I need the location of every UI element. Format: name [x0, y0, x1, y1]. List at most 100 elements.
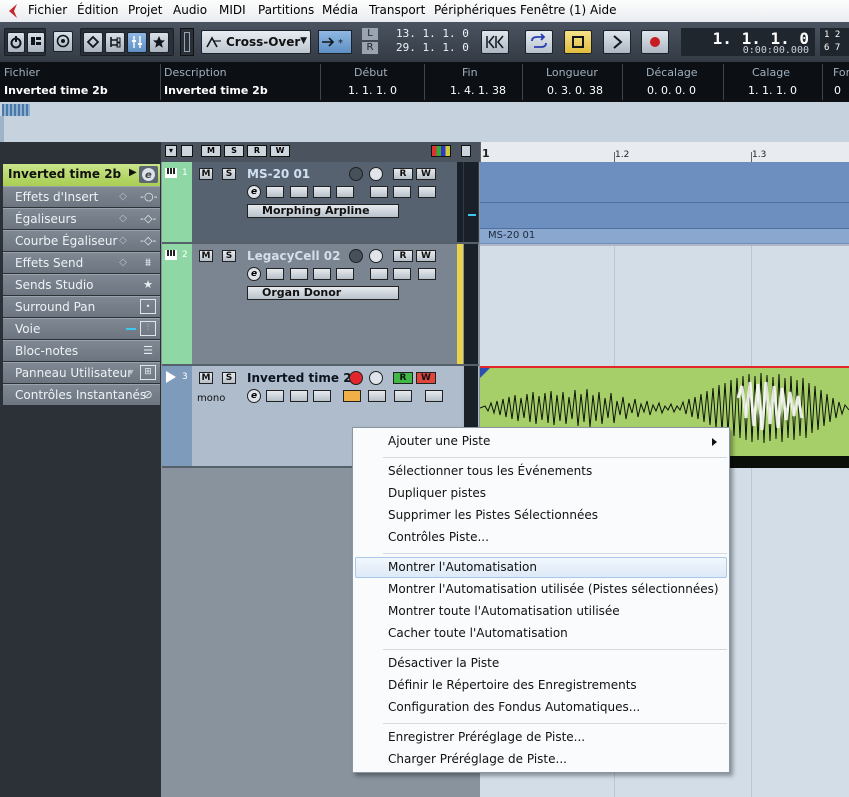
- channel-settings-icon[interactable]: [266, 186, 284, 198]
- inspector-section-effets-send[interactable]: Effets Send ◇ ⩩: [3, 252, 160, 273]
- menu-fichier[interactable]: Fichier: [28, 3, 67, 17]
- menu-item-charger-preglage[interactable]: Charger Préréglage de Piste...: [355, 749, 727, 770]
- global-solo-button[interactable]: S: [224, 145, 244, 157]
- menu-midi[interactable]: MIDI: [219, 3, 246, 17]
- insert-bypass-icon[interactable]: [290, 268, 308, 280]
- read-automation-button[interactable]: R: [393, 250, 413, 262]
- info-value-debut[interactable]: 1. 1. 1. 0: [348, 84, 397, 97]
- inspector-section-voie[interactable]: Voie ⫶: [3, 318, 160, 339]
- record-button[interactable]: [641, 30, 669, 54]
- write-automation-button[interactable]: W: [416, 168, 436, 180]
- edit-instrument-icon[interactable]: e: [139, 166, 158, 183]
- bypass-icon[interactable]: ◇: [116, 255, 130, 270]
- menu-item-fondus-automatiques[interactable]: Configuration des Fondus Automatiques...: [355, 697, 727, 718]
- info-value-description[interactable]: Inverted time 2b: [164, 84, 268, 97]
- track-name[interactable]: LegacyCell 02: [247, 249, 340, 263]
- eq-bypass-icon[interactable]: [290, 390, 308, 402]
- time-display[interactable]: 1. 1. 1. 0 0:00:00.000: [681, 28, 815, 56]
- track-row[interactable]: 1 M S MS-20 01 R W e Morphing Arpline: [162, 162, 479, 244]
- bypass-icon[interactable]: ◇: [116, 189, 130, 204]
- show-track-tree-icon[interactable]: [105, 32, 125, 53]
- insert-bypass-icon[interactable]: [290, 186, 308, 198]
- inspector-section-controles-instantanes[interactable]: Contrôles Instantanés ⊘: [3, 384, 160, 405]
- menu-item-desactiver-piste[interactable]: Désactiver la Piste: [355, 653, 727, 674]
- menu-item-selectionner-evenements[interactable]: Sélectionner tous les Événements: [355, 461, 727, 482]
- global-read-button[interactable]: R: [247, 145, 267, 157]
- menu-projet[interactable]: Projet: [128, 3, 162, 17]
- folder-icon[interactable]: [393, 186, 411, 198]
- channel-settings-icon[interactable]: [266, 268, 284, 280]
- inspector-section-courbe-egaliseur[interactable]: Courbe Égaliseur ◇ -◇-: [3, 230, 160, 251]
- snap-mode-button[interactable]: *: [318, 30, 352, 54]
- menu-item-montrer-toute-automatisation[interactable]: Montrer toute l'Automatisation utilisée: [355, 601, 727, 622]
- menu-fenetre[interactable]: Fenêtre (1): [520, 3, 586, 17]
- right-locator-value[interactable]: 29. 1. 1. 0: [396, 41, 469, 54]
- mute-button[interactable]: M: [199, 168, 213, 180]
- edit-instrument-icon[interactable]: e: [247, 185, 261, 199]
- tempo-signature-display[interactable]: 1 2 6 7: [820, 28, 849, 56]
- menu-item-repertoire-enregistrements[interactable]: Définir le Répertoire des Enregistrement…: [355, 675, 727, 696]
- solo-button[interactable]: S: [222, 250, 236, 262]
- favorites-star-icon[interactable]: [149, 32, 169, 53]
- read-automation-button[interactable]: R: [393, 372, 413, 384]
- lanes-icon[interactable]: [418, 186, 436, 198]
- lanes-icon[interactable]: [394, 390, 412, 402]
- info-value-decalage[interactable]: 0. 0. 0. 0: [647, 84, 696, 97]
- lanes-icon[interactable]: [418, 268, 436, 280]
- menu-item-montrer-automatisation-utilisee[interactable]: Montrer l'Automatisation utilisée (Piste…: [355, 579, 727, 600]
- track-lane[interactable]: [480, 244, 849, 368]
- inspector-section-bloc-notes[interactable]: Bloc-notes ☰: [3, 340, 160, 361]
- record-enable-icon[interactable]: [349, 371, 363, 385]
- midi-part[interactable]: MS-20 01: [480, 162, 849, 244]
- track-name[interactable]: MS-20 01: [247, 167, 310, 181]
- mute-button[interactable]: M: [199, 250, 213, 262]
- musical-mode-icon[interactable]: [343, 390, 361, 402]
- menu-media[interactable]: Média: [322, 3, 358, 17]
- edit-channel-icon[interactable]: e: [247, 389, 261, 403]
- inspector-section-surround-pan[interactable]: Surround Pan •: [3, 296, 160, 317]
- write-automation-button[interactable]: W: [416, 372, 436, 384]
- menu-item-dupliquer-pistes[interactable]: Dupliquer pistes: [355, 483, 727, 504]
- info-value-calage[interactable]: 1. 1. 1. 0: [748, 84, 797, 97]
- add-track-icon[interactable]: [181, 145, 193, 157]
- solo-button[interactable]: S: [222, 168, 236, 180]
- freeze-icon[interactable]: [425, 390, 443, 402]
- info-value-fin[interactable]: 1. 4. 1. 38: [450, 84, 506, 97]
- eq-bypass-icon[interactable]: [313, 186, 331, 198]
- record-enable-icon[interactable]: [349, 249, 363, 263]
- monitor-icon[interactable]: [369, 167, 383, 181]
- pencil-icon[interactable]: [370, 268, 388, 280]
- menu-item-enregistrer-preglage[interactable]: Enregistrer Préréglage de Piste...: [355, 727, 727, 748]
- menu-transport[interactable]: Transport: [369, 3, 425, 17]
- ruler[interactable]: 1 1.2 1.3: [480, 142, 849, 163]
- object-select-tool-icon[interactable]: [83, 32, 103, 53]
- play-button[interactable]: [603, 30, 631, 54]
- activate-project-button[interactable]: [7, 32, 25, 53]
- menu-aide[interactable]: Aide: [590, 3, 617, 17]
- menu-item-supprimer-pistes[interactable]: Supprimer les Pistes Sélectionnées: [355, 505, 727, 526]
- pencil-icon[interactable]: [370, 186, 388, 198]
- crossover-dropdown[interactable]: Cross-Over ▼: [201, 30, 311, 54]
- instrument-selector[interactable]: Organ Donor: [247, 286, 399, 300]
- folder-icon[interactable]: [393, 268, 411, 280]
- send-bypass-icon[interactable]: [313, 390, 331, 402]
- read-automation-button[interactable]: R: [393, 168, 413, 180]
- stop-button[interactable]: [564, 30, 592, 54]
- menu-item-montrer-automatisation[interactable]: Montrer l'Automatisation: [355, 557, 727, 578]
- bypass-icon[interactable]: ◇: [116, 233, 130, 248]
- menu-audio[interactable]: Audio: [173, 3, 207, 17]
- folder-icon[interactable]: [368, 390, 386, 402]
- track-list-menu-icon[interactable]: ▾: [165, 145, 177, 157]
- write-automation-button[interactable]: W: [416, 250, 436, 262]
- global-write-button[interactable]: W: [270, 145, 290, 157]
- chevron-down-icon[interactable]: ▾: [124, 365, 138, 380]
- monitor-icon[interactable]: [369, 371, 383, 385]
- menu-partitions[interactable]: Partitions: [258, 3, 314, 17]
- insert-bypass-icon[interactable]: [266, 390, 284, 402]
- bypass-icon[interactable]: ◇: [116, 211, 130, 226]
- instrument-selector[interactable]: Morphing Arpline: [247, 204, 399, 218]
- toolbar-spacer-handle[interactable]: [180, 28, 194, 56]
- go-to-previous-marker-button[interactable]: [481, 30, 509, 54]
- track-list-divider-handle[interactable]: [461, 145, 471, 157]
- window-layout-button[interactable]: [27, 32, 45, 53]
